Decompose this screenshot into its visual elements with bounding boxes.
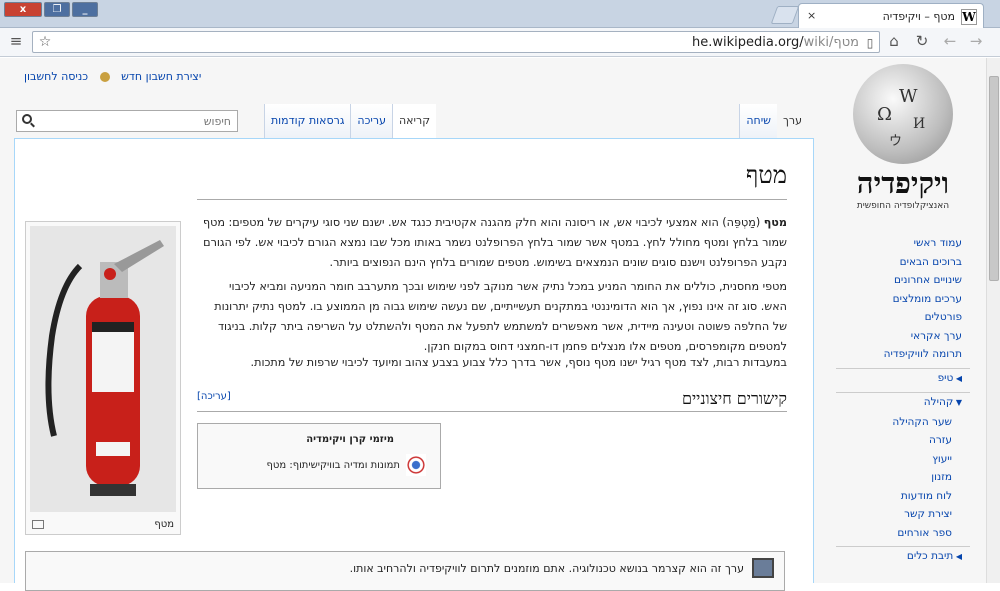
namespace-tabs: ערך שיחה [739, 104, 808, 138]
page-title: מטף [745, 161, 787, 189]
fire-extinguisher-image[interactable] [30, 226, 176, 512]
sidebar-item-donate[interactable]: תרומה לוויקיפדיה [836, 345, 970, 364]
sidebar-section-community[interactable]: קהילה [836, 392, 970, 413]
wrench-menu-icon[interactable]: ≡ [6, 31, 26, 51]
paragraph-1: מטף (מַטְפֵּה) הוא אמצעי לכיבוי אש, או ר… [201, 213, 787, 273]
tab-read[interactable]: קריאה [391, 104, 436, 138]
sidebar-item-welcome[interactable]: ברוכים הבאים [836, 253, 970, 272]
sidebar-item-help[interactable]: עזרה [836, 431, 970, 450]
image-caption: מטף [154, 519, 174, 530]
page-icon: ▯ [866, 36, 874, 50]
article-content: מטף מטף מטף (מַטְפֵּה) הוא אמצעי לכיבוי … [14, 138, 814, 591]
heading-divider [197, 199, 787, 200]
forward-icon[interactable]: → [966, 31, 986, 51]
magnify-icon[interactable] [32, 520, 44, 529]
address-bar[interactable]: ☆ he.wikipedia.org/wiki/מטף ▯ [32, 31, 880, 53]
commons-icon [406, 454, 426, 476]
browser-titlebar: x ❐ _ W מטף – ויקיפדיה × [0, 0, 1000, 29]
wikipedia-logo[interactable]: W Ω И ウ ויקיפדיה האנציקלופדיה החופשית [836, 64, 970, 214]
new-tab-button[interactable] [770, 6, 800, 24]
term-bold: מטף [763, 216, 787, 229]
login-link[interactable]: כניסה לחשבון [24, 70, 88, 83]
sidebar-item-portals[interactable]: פורטלים [836, 308, 970, 327]
search-icon[interactable] [22, 114, 32, 124]
star-icon[interactable]: ☆ [35, 32, 55, 52]
url-path: wiki/ [803, 35, 834, 50]
scrollbar-thumb[interactable] [989, 76, 999, 281]
commons-title: מיזמי קרן ויקימדיה [306, 434, 394, 445]
wordmark: ויקיפדיה [856, 166, 950, 200]
thumbnail-frame: מטף [25, 221, 181, 535]
sidebar-item-random[interactable]: ערך אקראי [836, 327, 970, 346]
sidebar-item-notice-board[interactable]: לוח מודעות [836, 487, 970, 506]
user-icon [99, 72, 110, 82]
tagline: האנציקלופדיה החופשית [856, 201, 950, 211]
url-rest: מטף [833, 35, 859, 50]
sidebar-section-toolbox[interactable]: תיבת כלים [836, 546, 970, 567]
search-box [16, 110, 238, 132]
tab-talk[interactable]: שיחה [739, 104, 777, 138]
url-text: he.wikipedia.org/wiki/מטף [692, 35, 859, 50]
sidebar-item-main[interactable]: עמוד ראשי [836, 234, 970, 253]
external-links-heading: קישורים חיצוניים [681, 389, 787, 408]
wikipedia-favicon-icon: W [961, 9, 977, 25]
back-icon[interactable]: ← [940, 31, 960, 51]
view-tabs: קריאה עריכה גרסאות קודמות [263, 104, 436, 138]
tab-article[interactable]: ערך [777, 104, 808, 138]
sidebar-item-community-portal[interactable]: שער הקהילה [836, 413, 970, 432]
sidebar-item-featured[interactable]: ערכים מומלצים [836, 290, 970, 309]
tab-edit[interactable]: עריכה [350, 104, 392, 138]
wiki-page: יצירת חשבון חדש כניסה לחשבון ערך שיחה קר… [0, 58, 998, 591]
sidebar-section-tip[interactable]: טיפ [836, 367, 970, 389]
section-divider [197, 411, 787, 412]
puzzle-globe-icon: W Ω И ウ [853, 64, 953, 164]
reload-icon[interactable]: ↻ [912, 31, 932, 51]
minimize-window-button[interactable]: _ [72, 2, 98, 17]
tab-title: מטף – ויקיפדיה [882, 10, 955, 23]
paragraph-3: במעבדות רבות, לצד מטף רגיל ישנו מטף נוסף… [250, 356, 787, 369]
stub-notice: ערך זה הוא קצרמר בנושא טכנולוגיה. אתם מו… [25, 551, 785, 591]
create-account-link[interactable]: יצירת חשבון חדש [121, 70, 201, 83]
restore-window-button[interactable]: ❐ [44, 2, 70, 17]
tab-close-icon[interactable]: × [807, 9, 816, 22]
sidebar-item-advice[interactable]: ייעוץ [836, 450, 970, 469]
sidebar-item-guestbook[interactable]: ספר אורחים [836, 524, 970, 543]
vertical-scrollbar[interactable] [986, 58, 1000, 583]
computer-icon [752, 558, 774, 578]
commons-box: מיזמי קרן ויקימדיה תמונות ומדיה בוויקישי… [197, 423, 441, 489]
browser-tab[interactable]: W מטף – ויקיפדיה × [798, 3, 984, 29]
search-input[interactable] [39, 113, 231, 129]
paragraph-1-text: (מַטְפֵּה) הוא אמצעי לכיבוי אש, או ריסונ… [202, 216, 787, 269]
sidebar-item-village-pump[interactable]: מזנון [836, 468, 970, 487]
tab-history[interactable]: גרסאות קודמות [263, 104, 351, 138]
stub-text: ערך זה הוא קצרמר בנושא טכנולוגיה. אתם מו… [349, 562, 744, 575]
url-host: he.wikipedia.org/ [691, 35, 804, 50]
sidebar: עמוד ראשי ברוכים הבאים שינויים אחרונים ע… [836, 234, 970, 567]
browser-toolbar: ≡ ☆ he.wikipedia.org/wiki/מטף ▯ ⌂ ↻ ← → [0, 28, 1000, 57]
sidebar-item-recent-changes[interactable]: שינויים אחרונים [836, 271, 970, 290]
personal-tools: יצירת חשבון חדש כניסה לחשבון [16, 70, 201, 83]
paragraph-2: מטפי מחסנית, כוללים את החומר המניע במכל … [214, 280, 787, 353]
home-icon[interactable]: ⌂ [884, 31, 904, 51]
sidebar-item-contact[interactable]: יצירת קשר [836, 505, 970, 524]
section-edit-link[interactable]: [עריכה] [197, 391, 231, 402]
commons-link[interactable]: תמונות ומדיה בוויקישיתוף: מטף [266, 460, 400, 471]
close-window-button[interactable]: x [4, 2, 42, 17]
